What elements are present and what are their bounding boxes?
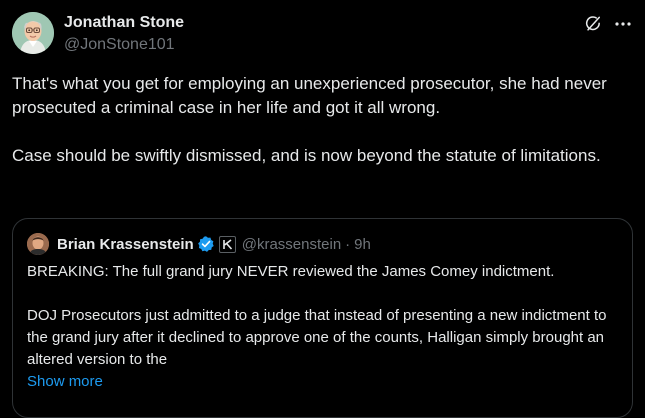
quoted-paragraph: DOJ Prosecutors just admitted to a judge… <box>27 307 607 368</box>
tweet-paragraph: Case should be swiftly dismissed, and is… <box>12 146 601 165</box>
cartoon-avatar-icon <box>12 12 54 54</box>
quoted-author-name[interactable]: Brian Krassenstein <box>57 236 194 253</box>
grok-icon[interactable] <box>583 14 603 34</box>
quoted-paragraph: BREAKING: The full grand jury NEVER revi… <box>27 263 555 280</box>
quoted-tweet[interactable]: Brian Krassenstein @krassenstein · 9h BR… <box>12 218 633 418</box>
verified-badge-icon <box>197 236 214 252</box>
quoted-timestamp[interactable]: 9h <box>354 236 371 253</box>
tweet-actions <box>583 14 633 34</box>
tweet-text: That's what you get for employing an une… <box>12 72 637 168</box>
author-info: Jonathan Stone @JonStone101 <box>64 13 184 55</box>
quoted-tweet-text: BREAKING: The full grand jury NEVER revi… <box>27 261 623 393</box>
k-affiliate-icon[interactable] <box>218 235 236 253</box>
author-avatar[interactable] <box>12 12 54 54</box>
quoted-author-handle[interactable]: @krassenstein <box>242 236 341 253</box>
quoted-tweet-header: Brian Krassenstein @krassenstein · 9h <box>27 233 371 255</box>
tweet: Jonathan Stone @JonStone101 That's what … <box>0 0 645 418</box>
tweet-paragraph: That's what you get for employing an une… <box>12 74 607 117</box>
author-handle[interactable]: @JonStone101 <box>64 35 184 55</box>
more-horizontal-icon[interactable] <box>613 14 633 34</box>
author-name[interactable]: Jonathan Stone <box>64 13 184 33</box>
show-more-link[interactable]: Show more <box>27 371 623 393</box>
separator-dot: · <box>345 235 351 253</box>
quoted-author-avatar[interactable] <box>27 233 49 255</box>
